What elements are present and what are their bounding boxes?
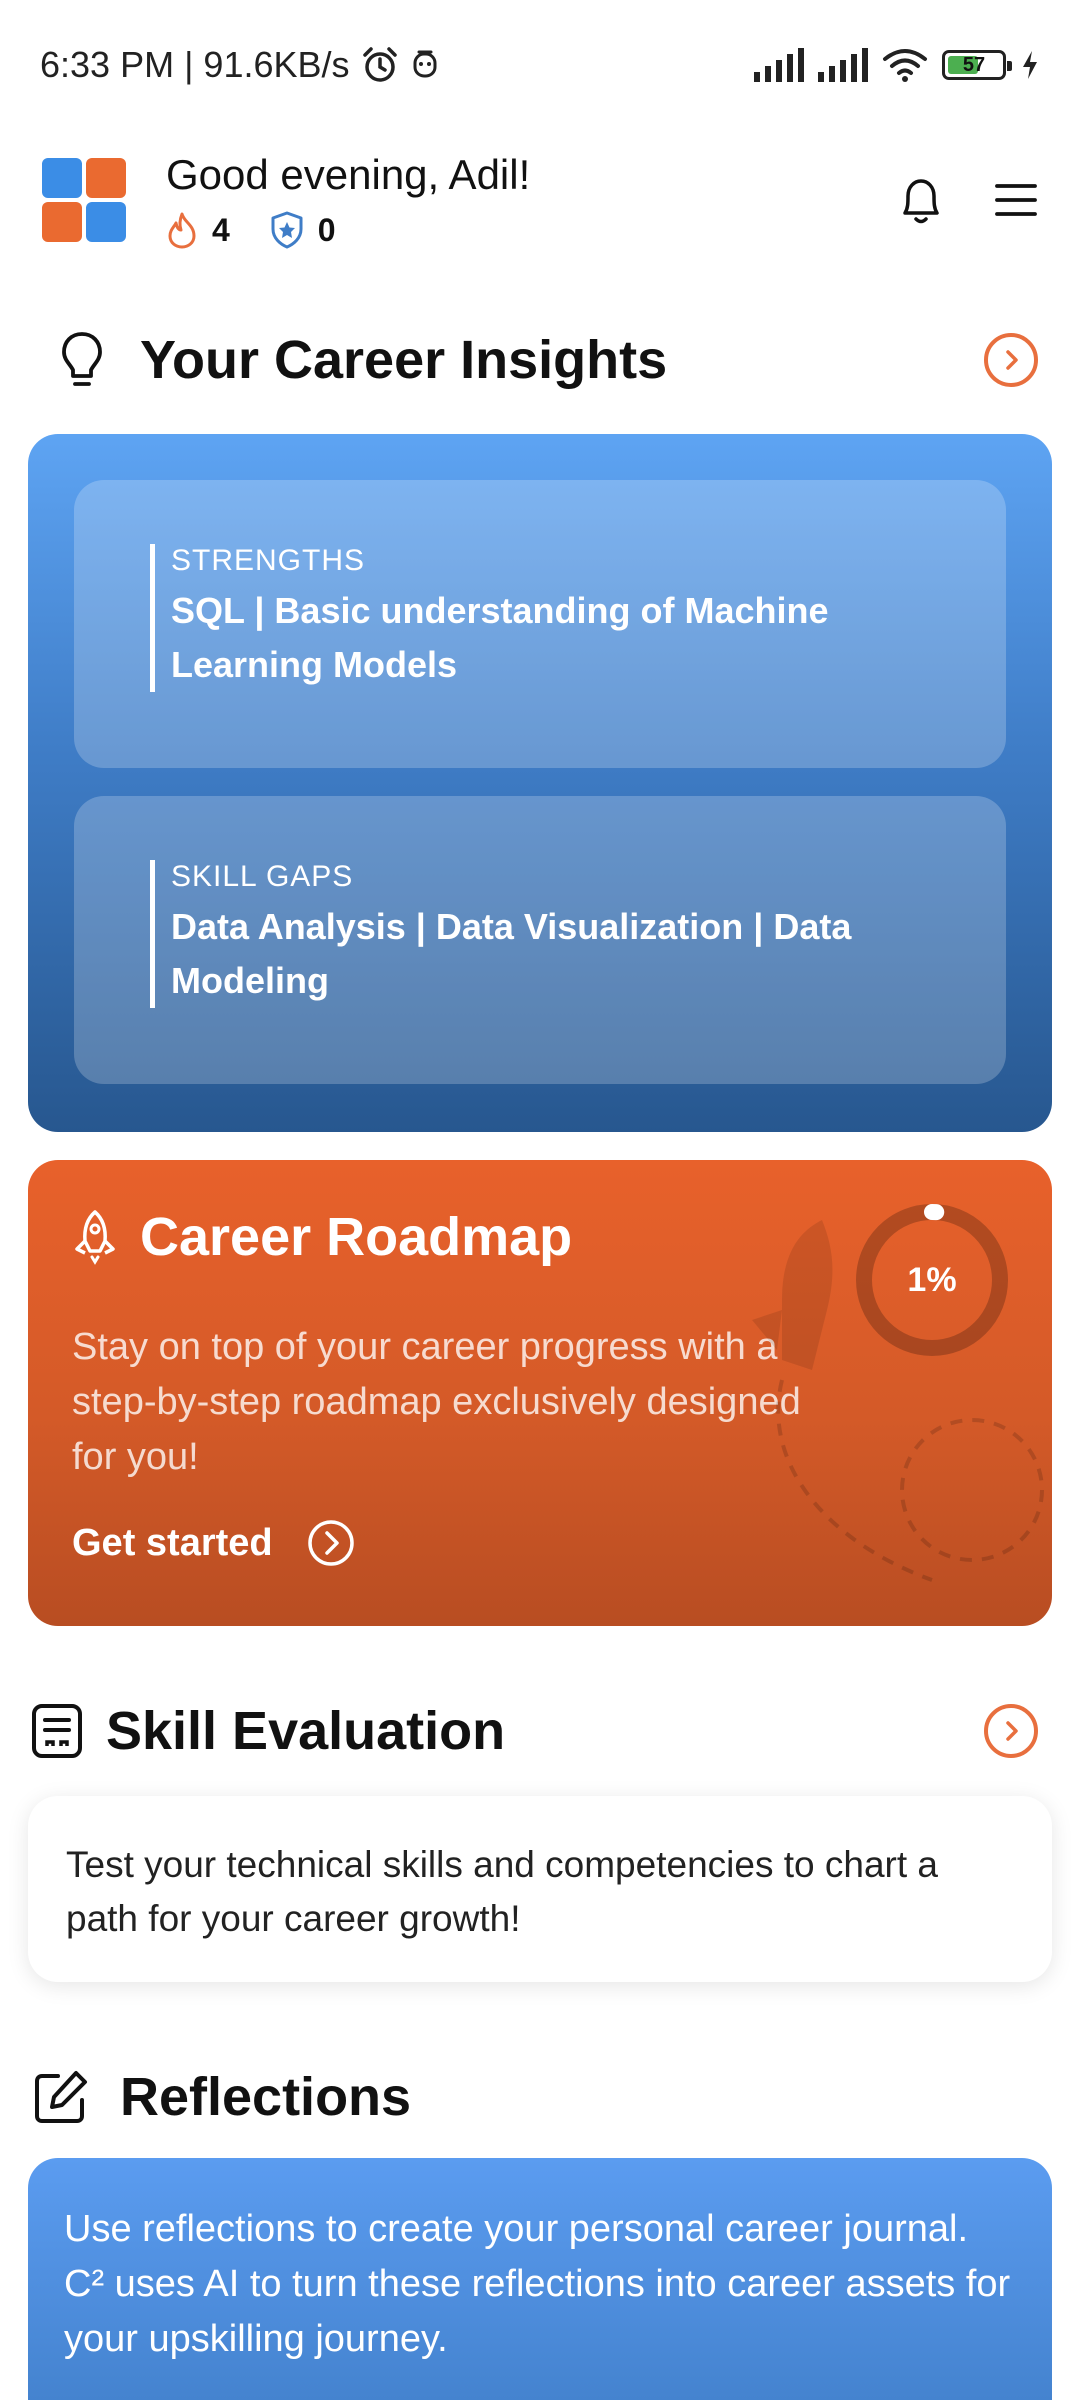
status-left: 6:33 PM | 91.6KB/s <box>40 44 440 86</box>
skill-evaluation-header: Skill Evaluation <box>0 1696 1080 1766</box>
roadmap-progress-label: 1% <box>907 1260 957 1299</box>
chevron-right-icon <box>1006 350 1018 370</box>
status-right: 57 <box>754 47 1040 83</box>
insights-more-button[interactable] <box>984 333 1038 387</box>
roadmap-title: Career Roadmap <box>140 1207 573 1267</box>
insights-card[interactable]: STRENGTHS SQL | Basic understanding of M… <box>28 434 1052 1132</box>
reflections-title: Reflections <box>120 2067 412 2127</box>
clipboard-icon <box>32 1704 82 1758</box>
roadmap-card[interactable]: Career Roadmap Stay on top of your caree… <box>28 1160 1052 1626</box>
alarm-icon <box>362 47 397 82</box>
greeting-text: Good evening, Adil! <box>166 151 531 198</box>
status-bar: 6:33 PM | 91.6KB/s 57 <box>0 0 1080 130</box>
reflections-description: Use reflections to create your personal … <box>64 2208 1011 2361</box>
battery-icon: 57 <box>942 50 1012 80</box>
signal-icon-2 <box>818 48 868 82</box>
rocket-icon <box>75 1210 115 1265</box>
header-actions <box>896 173 1038 227</box>
insights-title: Your Career Insights <box>140 330 668 390</box>
greeting-block: Good evening, Adil! 4 0 <box>166 151 530 249</box>
menu-icon[interactable] <box>994 180 1038 220</box>
wifi-icon <box>883 49 927 82</box>
flame-icon <box>168 212 196 249</box>
reflections-card[interactable]: Use reflections to create your personal … <box>28 2158 1052 2400</box>
roadmap-progress-ring: 1% <box>854 1202 1010 1358</box>
chevron-right-icon <box>1006 1721 1018 1741</box>
skill-gaps-label: SKILL GAPS <box>171 860 354 893</box>
insights-header: Your Career Insights <box>0 325 1080 395</box>
signal-icon-1 <box>754 48 804 82</box>
skill-gaps-value: Data Analysis | Data Visualization | Dat… <box>171 906 852 1001</box>
strengths-box: STRENGTHS SQL | Basic understanding of M… <box>74 480 1006 768</box>
strengths-content: STRENGTHS SQL | Basic understanding of M… <box>150 544 936 692</box>
notification-app-icon <box>413 50 437 78</box>
chevron-circle-right-icon <box>307 1520 354 1567</box>
streak-stat[interactable]: 4 <box>166 211 230 249</box>
status-time-speed: 6:33 PM | 91.6KB/s <box>40 44 350 85</box>
reflections-header: Reflections <box>0 2062 1080 2132</box>
app-header: Good evening, Adil! 4 0 <box>0 130 1080 270</box>
bell-icon[interactable] <box>896 173 946 227</box>
skill-gaps-content: SKILL GAPS Data Analysis | Data Visualiz… <box>150 860 936 1008</box>
strengths-label: STRENGTHS <box>171 544 366 577</box>
badge-count: 0 <box>317 211 336 248</box>
skill-evaluation-title: Skill Evaluation <box>106 1701 506 1761</box>
battery-level: 57 <box>962 53 986 76</box>
user-stats: 4 0 <box>166 211 530 249</box>
skill-gaps-box: SKILL GAPS Data Analysis | Data Visualiz… <box>74 796 1006 1084</box>
skill-evaluation-more-button[interactable] <box>984 1704 1038 1758</box>
skill-evaluation-card[interactable]: Test your technical skills and competenc… <box>28 1796 1052 1982</box>
strengths-value: SQL | Basic understanding of Machine Lea… <box>171 590 829 685</box>
get-started-label: Get started <box>72 1521 273 1564</box>
edit-icon <box>35 2071 87 2123</box>
app-logo[interactable] <box>42 158 126 242</box>
badge-stat[interactable]: 0 <box>270 211 336 249</box>
lightbulb-icon <box>62 332 102 386</box>
shield-star-icon <box>271 211 303 249</box>
skill-evaluation-description: Test your technical skills and competenc… <box>66 1844 938 1939</box>
streak-count: 4 <box>212 211 230 248</box>
charging-icon <box>1023 51 1037 79</box>
